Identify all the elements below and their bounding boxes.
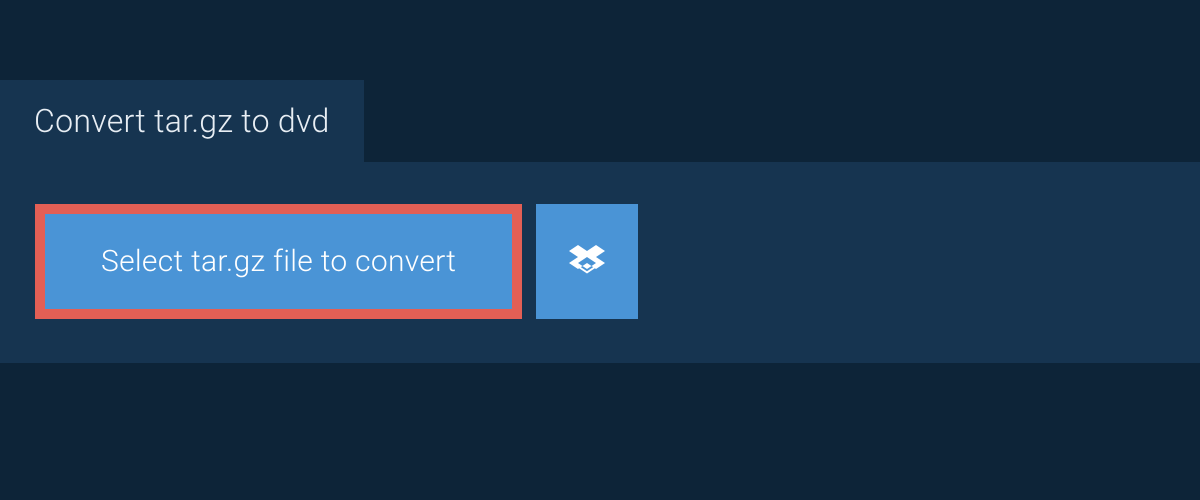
tab-convert[interactable]: Convert tar.gz to dvd bbox=[0, 80, 364, 162]
tab-label: Convert tar.gz to dvd bbox=[34, 102, 330, 140]
tab-bar: Convert tar.gz to dvd bbox=[0, 0, 1200, 162]
dropbox-icon bbox=[569, 242, 605, 282]
dropbox-button[interactable] bbox=[536, 204, 638, 319]
upload-panel: Select tar.gz file to convert bbox=[0, 162, 1200, 363]
select-file-label: Select tar.gz file to convert bbox=[101, 244, 456, 279]
select-file-button[interactable]: Select tar.gz file to convert bbox=[35, 204, 522, 319]
